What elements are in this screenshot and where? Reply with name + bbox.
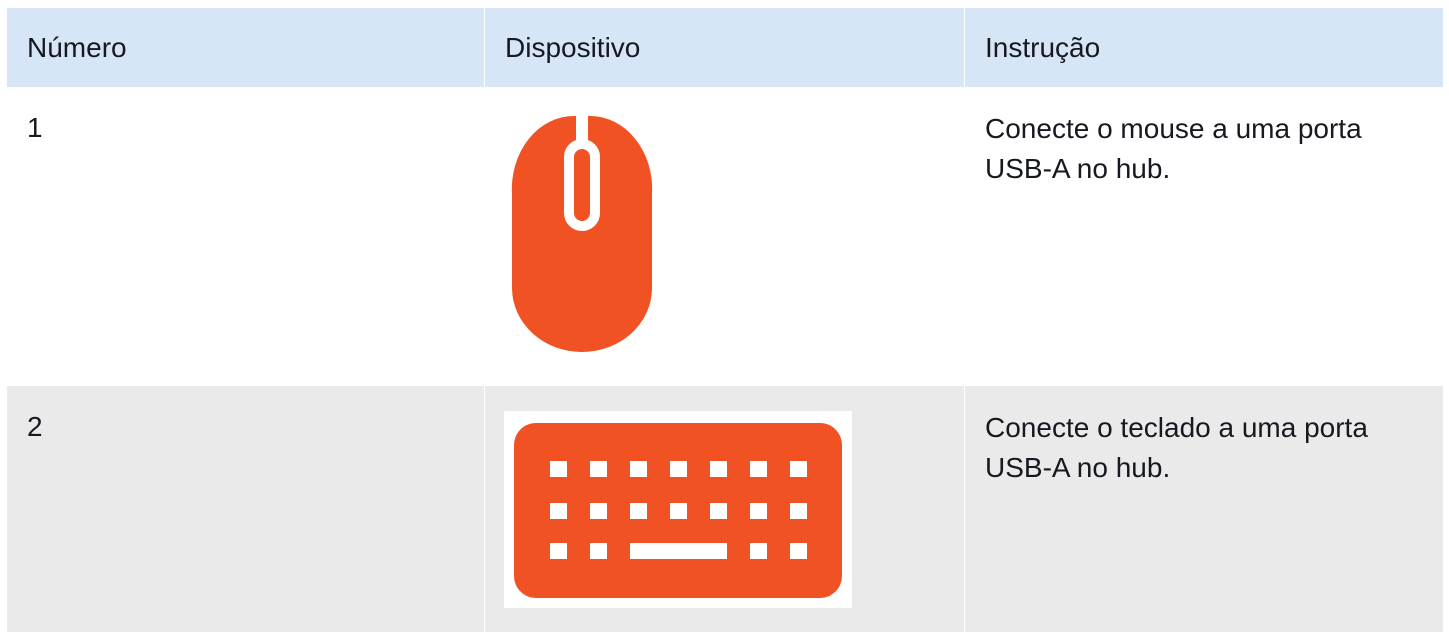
device-cell	[484, 386, 965, 632]
instruction-text: Conecte o mouse a uma porta USB-A no hub…	[964, 87, 1444, 386]
mouse-icon	[504, 114, 660, 354]
instruction-text: Conecte o teclado a uma porta USB-A no h…	[964, 386, 1444, 632]
header-device: Dispositivo	[484, 8, 965, 87]
header-instruction: Instrução	[964, 8, 1444, 87]
keyboard-icon	[504, 411, 852, 608]
header-number: Número	[6, 8, 485, 87]
row-number: 2	[6, 386, 485, 632]
device-cell	[484, 87, 965, 386]
table-row: 1 Conecte o mouse a uma porta USB-A no h…	[6, 87, 1444, 386]
table-header-row: Número Dispositivo Instrução	[6, 8, 1444, 87]
table-row: 2 Conecte o teclado a uma porta USB-A no…	[6, 386, 1444, 632]
row-number: 1	[6, 87, 485, 386]
devices-table: Número Dispositivo Instrução 1 Conecte o…	[6, 8, 1444, 632]
